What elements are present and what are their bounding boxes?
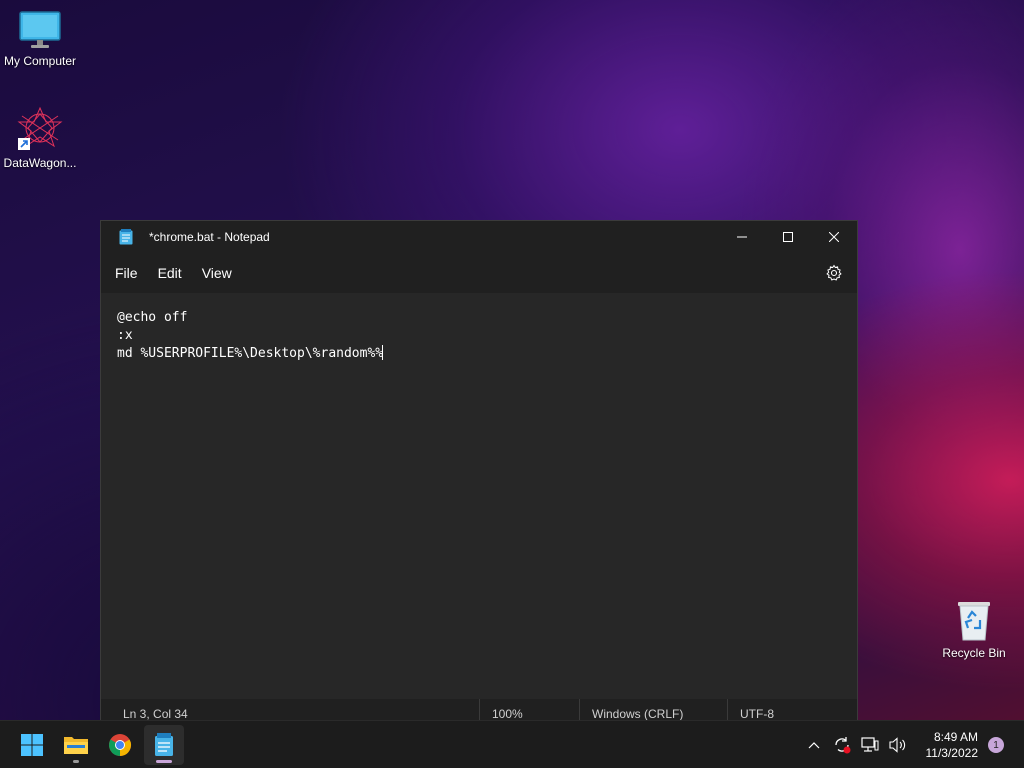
file-explorer-icon bbox=[64, 736, 88, 754]
gear-icon bbox=[826, 264, 842, 281]
sync-error-icon bbox=[834, 737, 850, 754]
active-indicator bbox=[156, 759, 172, 763]
volume-button[interactable] bbox=[886, 733, 910, 757]
clock[interactable]: 8:49 AM 11/3/2022 bbox=[926, 729, 979, 761]
network-icon bbox=[860, 737, 878, 752]
maximize-icon bbox=[783, 232, 793, 242]
start-button[interactable] bbox=[12, 725, 52, 765]
editor-line: :x bbox=[117, 328, 133, 343]
desktop-icon-recycle-bin[interactable]: Recycle Bin bbox=[934, 598, 1014, 660]
datawagon-icon bbox=[17, 106, 63, 150]
desktop-icon-label: Recycle Bin bbox=[942, 646, 1006, 660]
notification-badge[interactable]: 1 bbox=[988, 737, 1004, 753]
notepad-window: *chrome.bat - Notepad File Edit View @ec… bbox=[100, 220, 858, 730]
taskbar: 8:49 AM 11/3/2022 1 bbox=[0, 720, 1024, 768]
taskbar-notepad[interactable] bbox=[144, 724, 184, 765]
menu-view[interactable]: View bbox=[192, 258, 242, 288]
close-icon bbox=[829, 232, 839, 242]
sync-status-button[interactable] bbox=[830, 733, 854, 757]
desktop-icon-label: My Computer bbox=[3, 54, 77, 68]
chevron-up-icon bbox=[808, 742, 819, 749]
desktop-icon-datawagon[interactable]: DataWagon... bbox=[0, 106, 80, 170]
title-bar[interactable]: *chrome.bat - Notepad bbox=[101, 221, 857, 253]
system-tray: 8:49 AM 11/3/2022 1 bbox=[800, 721, 1024, 768]
menu-edit[interactable]: Edit bbox=[148, 258, 192, 288]
editor-line: @echo off bbox=[117, 310, 188, 325]
start-icon bbox=[21, 733, 43, 756]
window-title: *chrome.bat - Notepad bbox=[149, 230, 270, 244]
taskbar-chrome[interactable] bbox=[100, 725, 140, 765]
settings-button[interactable] bbox=[825, 264, 843, 282]
notepad-icon bbox=[155, 732, 173, 756]
minimize-icon bbox=[737, 236, 747, 238]
desktop-icon-label: DataWagon... bbox=[3, 156, 77, 170]
maximize-button[interactable] bbox=[765, 221, 811, 253]
clock-date: 11/3/2022 bbox=[925, 746, 979, 760]
menu-file[interactable]: File bbox=[105, 258, 148, 288]
chrome-icon bbox=[109, 733, 131, 756]
menu-bar: File Edit View bbox=[101, 253, 857, 293]
desktop-icon-my-computer[interactable]: My Computer bbox=[0, 10, 80, 68]
monitor-icon bbox=[19, 11, 61, 48]
notepad-icon bbox=[119, 229, 133, 245]
close-button[interactable] bbox=[811, 221, 857, 253]
taskbar-file-explorer[interactable] bbox=[56, 725, 96, 765]
text-caret bbox=[382, 345, 384, 360]
recycle-bin-icon bbox=[958, 602, 990, 641]
show-hidden-icons-button[interactable] bbox=[802, 733, 826, 757]
text-editor[interactable]: @echo off :x md %USERPROFILE%\Desktop\%r… bbox=[101, 293, 857, 699]
editor-line-text: md %USERPROFILE%\Desktop\%random%% bbox=[117, 346, 384, 361]
clock-time: 8:49 AM bbox=[933, 730, 978, 744]
minimize-button[interactable] bbox=[719, 221, 765, 253]
network-button[interactable] bbox=[858, 733, 882, 757]
running-indicator bbox=[73, 759, 79, 763]
editor-line-current: md %USERPROFILE%\Desktop\%random%% bbox=[117, 345, 841, 363]
speaker-icon bbox=[888, 737, 905, 753]
